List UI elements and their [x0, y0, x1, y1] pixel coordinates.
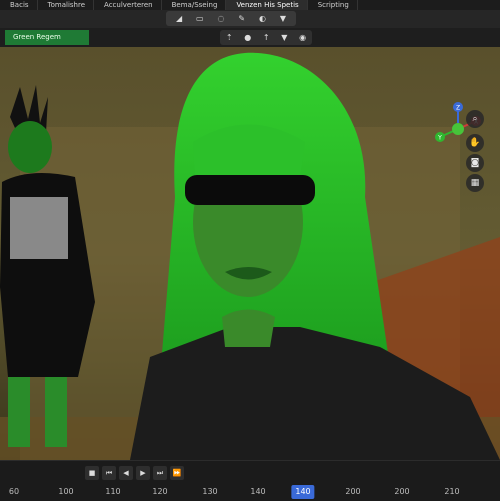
view-mode-icon[interactable]: ◢	[176, 11, 182, 26]
jump-start-button[interactable]: ■	[85, 466, 99, 480]
frame-tick: 110	[105, 487, 121, 496]
cursor-icon[interactable]: ⇡	[226, 33, 233, 42]
overlay-bar: Green Regem ⇡ ● ↑ ▼ ◉	[0, 28, 500, 47]
frame-tick: 200	[345, 487, 361, 496]
tab-scripting[interactable]: Scripting	[308, 0, 358, 10]
next-keyframe-button[interactable]: ⏭	[153, 466, 167, 480]
play-reverse-button[interactable]: ◀	[119, 466, 133, 480]
play-button[interactable]: ▶	[136, 466, 150, 480]
camera-icon[interactable]: ◙	[466, 154, 484, 172]
prev-keyframe-button[interactable]: ⏮	[102, 466, 116, 480]
tab-bacis[interactable]: Bacis	[0, 0, 38, 10]
workspace-tabs: Bacis Tomalishre Acculverteren Bema/Ssei…	[0, 0, 500, 10]
layer-name-field[interactable]: Green Regem	[5, 30, 89, 45]
3d-viewport[interactable]: Z X Y ⌕ ✋ ◙ ▦	[0, 47, 500, 460]
overlay-tools: ⇡ ● ↑ ▼ ◉	[220, 30, 312, 45]
gizmo-label-y: Y	[437, 135, 442, 142]
frame-tick: 130	[202, 487, 218, 496]
gizmo-label-z: Z	[456, 105, 460, 112]
header-toolbar: ◢ ▭ ◌ ✎ ◐ ▼	[0, 10, 500, 28]
globe-icon[interactable]: ◉	[299, 33, 306, 42]
zoom-icon[interactable]: ⌕	[466, 110, 484, 128]
frame-tick: 100	[58, 487, 74, 496]
frame-tick: 60	[8, 487, 20, 496]
filter-icon[interactable]: ▼	[280, 11, 286, 26]
select-icon[interactable]: ▭	[196, 11, 204, 26]
brush-icon[interactable]: ✎	[238, 11, 245, 26]
tab-tomalishre[interactable]: Tomalishre	[38, 0, 95, 10]
tab-venzen-his-spetis[interactable]: Venzen His Spetis	[226, 0, 308, 10]
frame-tick: 210	[444, 487, 460, 496]
frame-ruler[interactable]: 60 100 110 120 130 140 140 200 200 210	[0, 485, 500, 499]
arrow-icon[interactable]: ↑	[263, 33, 270, 42]
view-tool-strip: ◢ ▭ ◌ ✎ ◐ ▼	[166, 11, 296, 26]
tab-acculverteren[interactable]: Acculverteren	[94, 0, 162, 10]
frame-tick: 120	[152, 487, 168, 496]
tab-bema-sseing[interactable]: Bema/Sseing	[162, 0, 227, 10]
shading-icon[interactable]: ◐	[259, 11, 266, 26]
viewport-scene	[0, 47, 500, 460]
current-frame-marker[interactable]: 140	[291, 485, 315, 499]
jump-end-button[interactable]: ⏩	[170, 466, 184, 480]
frame-tick: 140	[250, 487, 266, 496]
frame-tick: 200	[394, 487, 410, 496]
sphere-icon[interactable]: ●	[244, 33, 251, 42]
timeline-panel: ■ ⏮ ◀ ▶ ⏭ ⏩ 60 100 110 120 130 140 140 2…	[0, 460, 500, 501]
hand-icon[interactable]: ✋	[466, 134, 484, 152]
lasso-icon[interactable]: ◌	[217, 11, 224, 26]
grid-icon[interactable]: ▦	[466, 174, 484, 192]
filter-icon[interactable]: ▼	[281, 33, 287, 42]
transport-controls: ■ ⏮ ◀ ▶ ⏭ ⏩	[85, 465, 195, 481]
